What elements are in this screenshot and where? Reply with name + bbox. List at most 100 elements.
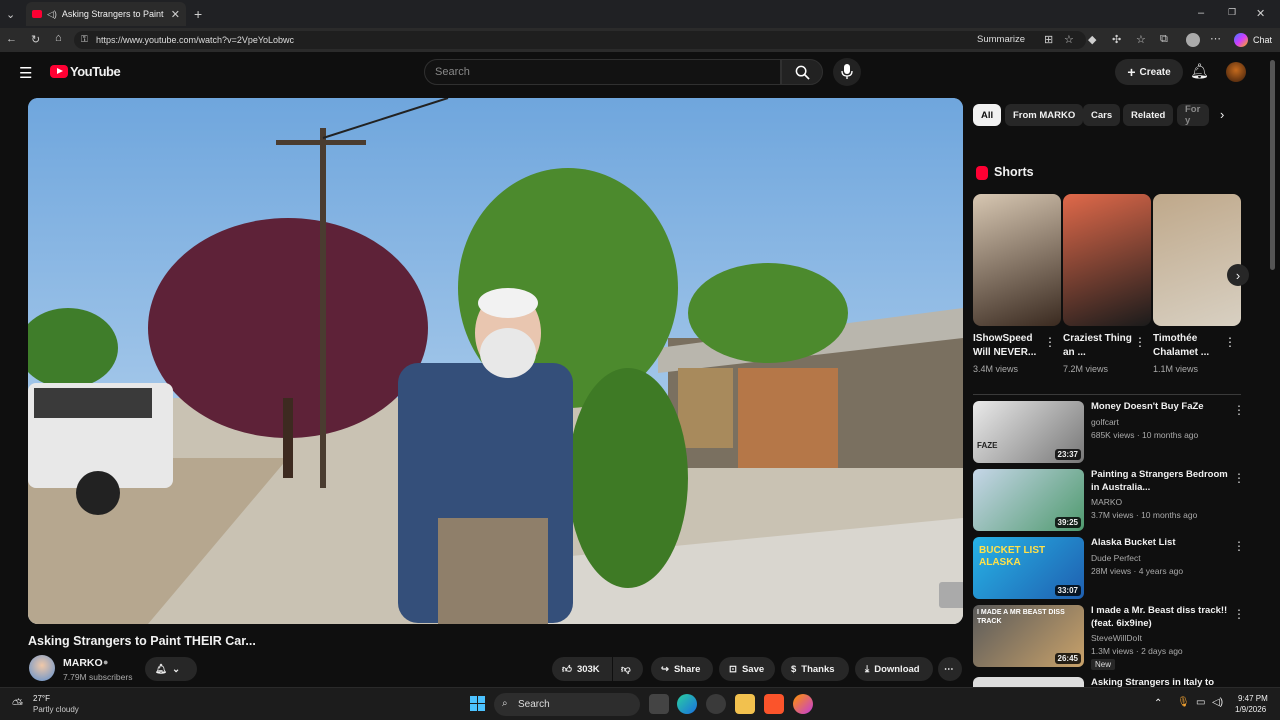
- recommendation-channel[interactable]: golfcart: [1091, 417, 1119, 427]
- window-close-icon[interactable]: ✕: [1256, 7, 1265, 20]
- weather-temp[interactable]: 27°F: [33, 694, 50, 703]
- like-button[interactable]: 👍︎ 303K: [552, 657, 612, 681]
- subscribed-notifications-button[interactable]: 🔔︎ ⌄: [145, 657, 197, 681]
- short-thumbnail[interactable]: [973, 194, 1061, 326]
- more-vertical-icon[interactable]: ⋮: [1233, 403, 1245, 417]
- more-vertical-icon[interactable]: ⋮: [1134, 335, 1146, 349]
- more-vertical-icon[interactable]: ⋮: [1233, 471, 1245, 485]
- video-player[interactable]: [28, 98, 963, 624]
- recommendation-item[interactable]: BUCKET LIST ALASKA 33:07 Alaska Bucket L…: [973, 537, 1263, 599]
- chevron-right-icon[interactable]: ›: [1220, 107, 1224, 122]
- chip-related[interactable]: Related: [1123, 104, 1174, 126]
- channel-avatar[interactable]: [29, 655, 55, 681]
- short-title[interactable]: Craziest Thing an ...: [1063, 332, 1133, 360]
- scrollbar-thumb[interactable]: [1270, 60, 1275, 270]
- short-title[interactable]: IShowSpeed Will NEVER...: [973, 332, 1043, 360]
- chip-cars[interactable]: Cars: [1083, 104, 1121, 126]
- recommendation-title[interactable]: Alaska Bucket List: [1091, 537, 1231, 550]
- edge-browser-icon[interactable]: [677, 694, 697, 714]
- short-thumbnail[interactable]: [1063, 194, 1151, 326]
- taskbar-search[interactable]: ⌕ Search: [494, 693, 640, 716]
- microphone-icon[interactable]: 🎙︎: [1177, 697, 1190, 708]
- address-bar[interactable]: ⚿ https://www.youtube.com/watch?v=2VpeYo…: [74, 31, 1086, 49]
- profile-avatar[interactable]: [1186, 33, 1200, 47]
- thanks-button[interactable]: $ Thanks: [781, 657, 849, 681]
- shorts-next-button[interactable]: ›: [1227, 264, 1249, 286]
- hamburger-menu-icon[interactable]: ☰: [19, 64, 32, 82]
- close-tab-icon[interactable]: ✕: [171, 8, 180, 21]
- minimize-icon[interactable]: –: [1198, 7, 1204, 19]
- task-view-icon[interactable]: [649, 694, 669, 714]
- more-vertical-icon[interactable]: ⋮: [1224, 335, 1236, 349]
- summarize-button[interactable]: Summarize: [977, 34, 1025, 45]
- channel-name[interactable]: MARKO: [63, 657, 103, 669]
- video-thumbnail[interactable]: FAZE 23:37: [973, 401, 1084, 463]
- recommendation-item[interactable]: 39:25 Painting a Strangers Bedroom in Au…: [973, 469, 1263, 531]
- notifications-bell-icon[interactable]: 🔔︎: [1190, 62, 1209, 80]
- favorite-star-icon[interactable]: ☆: [1064, 33, 1074, 46]
- recommendation-title[interactable]: Asking Strangers in Italy to: [1091, 677, 1231, 687]
- home-icon[interactable]: ⌂: [55, 32, 62, 44]
- share-button[interactable]: ↪ Share: [651, 657, 713, 681]
- download-button[interactable]: ⤓ Download: [855, 657, 933, 681]
- recommendation-title[interactable]: I made a Mr. Beast diss track!! (feat. 6…: [1091, 605, 1231, 630]
- more-vertical-icon[interactable]: ⋮: [1233, 607, 1245, 621]
- volume-icon[interactable]: ◁): [1212, 697, 1223, 708]
- short-thumbnail[interactable]: [1153, 194, 1241, 326]
- video-thumbnail[interactable]: [973, 677, 1084, 687]
- firefox-icon[interactable]: [793, 694, 813, 714]
- restore-icon[interactable]: ❐: [1228, 7, 1236, 18]
- chat-button[interactable]: Chat: [1253, 35, 1272, 45]
- save-button[interactable]: ⊡ Save: [719, 657, 775, 681]
- dislike-button[interactable]: 👎︎: [613, 657, 643, 681]
- collections-icon[interactable]: ⧉: [1160, 33, 1168, 46]
- chip-from-marko[interactable]: From MARKO: [1005, 104, 1084, 126]
- chrome-icon[interactable]: [706, 694, 726, 714]
- youtube-logo-text[interactable]: YouTube: [70, 64, 121, 79]
- chip-all[interactable]: All: [973, 104, 1002, 126]
- create-button[interactable]: + Create: [1115, 59, 1183, 85]
- reload-icon[interactable]: ↻: [31, 33, 40, 46]
- video-thumbnail[interactable]: I MADE A MR BEAST DISS TRACK 26:45: [973, 605, 1084, 667]
- video-thumbnail[interactable]: BUCKET LIST ALASKA 33:07: [973, 537, 1084, 599]
- search-button[interactable]: [781, 59, 823, 85]
- tab-list-icon[interactable]: ⌄: [6, 8, 15, 21]
- user-avatar[interactable]: [1226, 62, 1246, 82]
- weather-condition[interactable]: Partly cloudy: [33, 705, 79, 714]
- recommendation-channel[interactable]: MARKO: [1091, 497, 1122, 507]
- chevron-up-icon[interactable]: ⌃: [1154, 698, 1162, 709]
- more-menu-icon[interactable]: ⋯: [1210, 32, 1221, 45]
- recommendation-title[interactable]: Painting a Strangers Bedroom in Australi…: [1091, 469, 1231, 494]
- recommendation-channel[interactable]: SteveWillDoIt: [1091, 633, 1142, 643]
- favorites-icon[interactable]: ☆: [1136, 33, 1146, 46]
- recommendation-item[interactable]: Asking Strangers in Italy to: [973, 677, 1263, 687]
- site-info-icon[interactable]: ⚿: [81, 34, 88, 45]
- more-vertical-icon[interactable]: ⋮: [1233, 539, 1245, 553]
- voice-search-button[interactable]: [833, 58, 861, 86]
- more-vertical-icon[interactable]: ⋮: [1044, 335, 1056, 349]
- network-icon[interactable]: ▭: [1196, 697, 1205, 708]
- back-icon[interactable]: ←: [6, 33, 17, 45]
- search-input[interactable]: Search: [424, 59, 781, 85]
- youtube-logo-icon[interactable]: [50, 65, 68, 78]
- extension-icon[interactable]: ◆: [1088, 33, 1096, 46]
- recommendation-item[interactable]: FAZE 23:37 Money Doesn't Buy FaZe golfca…: [973, 401, 1263, 463]
- copilot-icon[interactable]: [1234, 33, 1248, 47]
- video-thumbnail[interactable]: 39:25: [973, 469, 1084, 531]
- brave-browser-icon[interactable]: [764, 694, 784, 714]
- recommendation-title[interactable]: Money Doesn't Buy FaZe: [1091, 401, 1231, 414]
- tab-icon[interactable]: ⊞: [1044, 33, 1053, 46]
- new-tab-icon[interactable]: +: [194, 6, 202, 22]
- short-title[interactable]: Timothée Chalamet ...: [1153, 332, 1223, 360]
- recommendation-channel[interactable]: Dude Perfect: [1091, 553, 1141, 563]
- chip-for-you[interactable]: For y: [1177, 104, 1209, 126]
- browser-tab[interactable]: ◁) Asking Strangers to Paint THEIR ✕: [26, 2, 186, 26]
- weather-cloud-icon[interactable]: ⛅︎: [12, 696, 23, 713]
- more-actions-button[interactable]: ⋯: [938, 657, 962, 681]
- clock-date[interactable]: 1/9/2026: [1235, 705, 1266, 714]
- windows-start-icon[interactable]: [470, 696, 486, 712]
- puzzle-icon[interactable]: ✣: [1112, 33, 1121, 46]
- file-explorer-icon[interactable]: [735, 694, 755, 714]
- clock-time[interactable]: 9:47 PM: [1238, 694, 1268, 703]
- recommendation-item[interactable]: I MADE A MR BEAST DISS TRACK 26:45 I mad…: [973, 605, 1263, 670]
